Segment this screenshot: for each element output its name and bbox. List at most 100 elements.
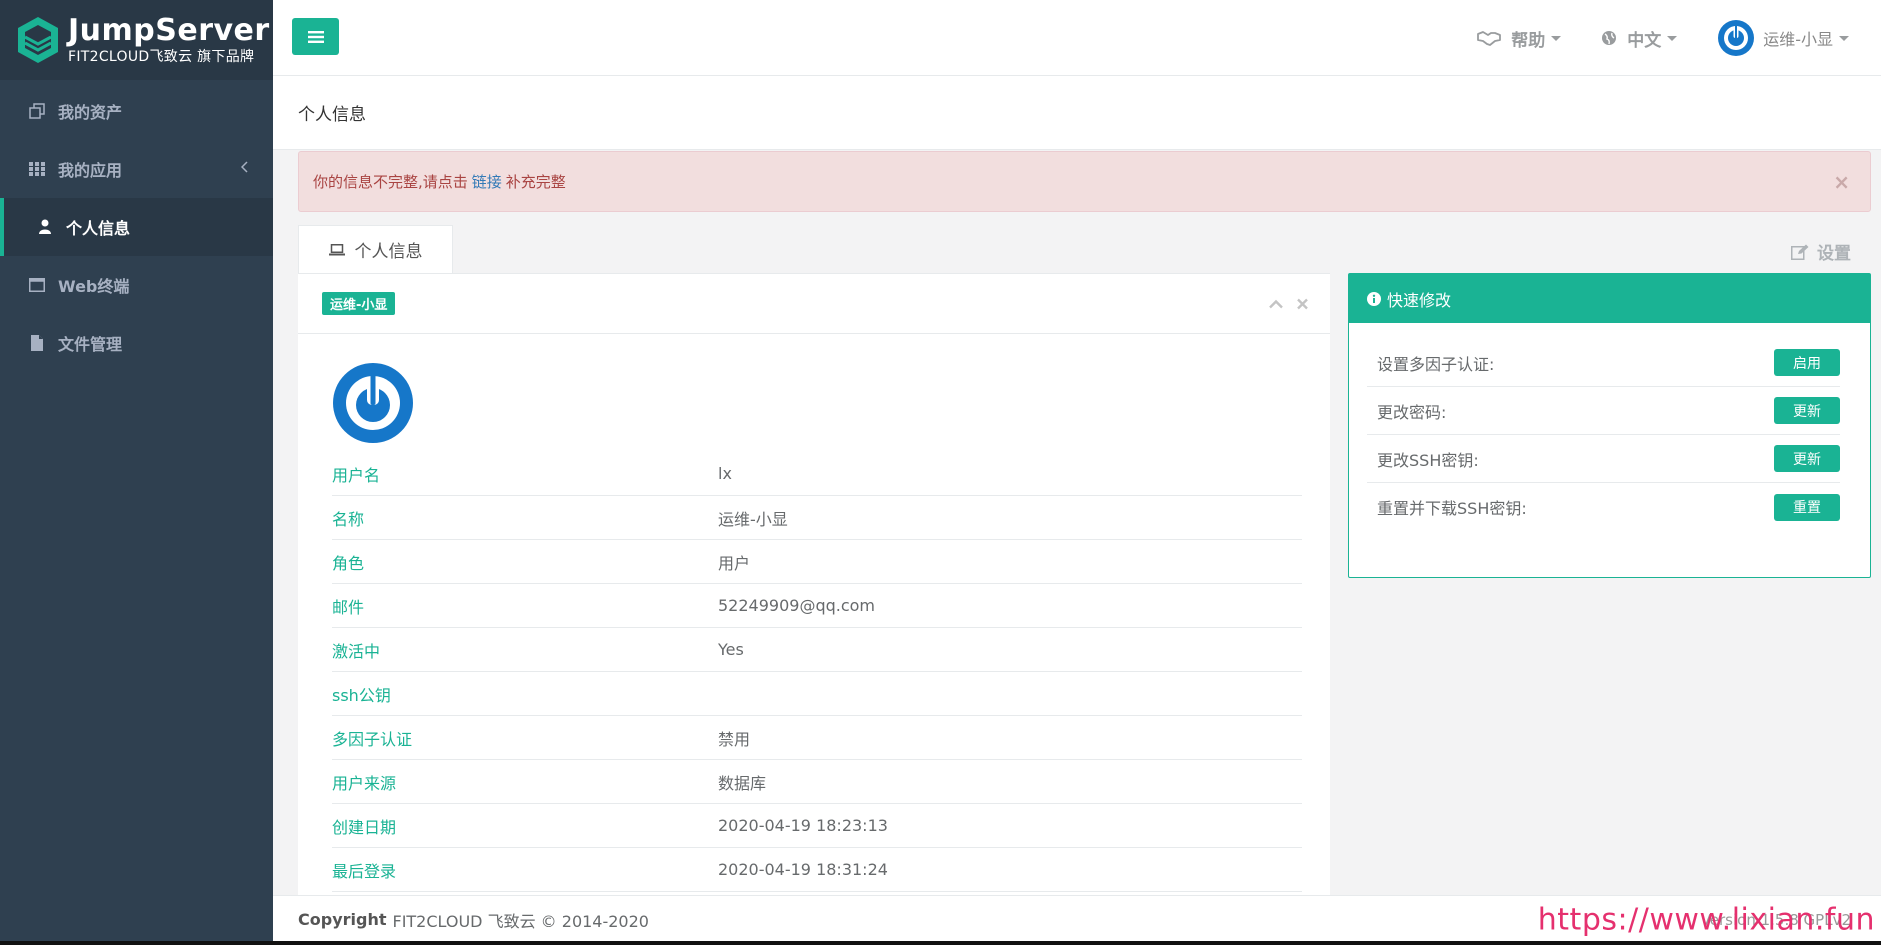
sidebar-item-label: 个人信息 — [66, 219, 131, 238]
mfa-label: 设置多因子认证: — [1377, 354, 1495, 374]
row-value: 禁用 — [718, 729, 751, 749]
sidebar-item-web-terminal[interactable]: Web终端 — [0, 256, 273, 314]
alert-link[interactable]: 链接 — [472, 171, 502, 192]
settings-link[interactable]: 设置 — [1791, 239, 1851, 264]
sidebar-item-label: 文件管理 — [58, 335, 123, 354]
table-row: 最后登录 2020-04-19 18:31:24 — [332, 848, 1302, 892]
table-row: 多因子认证 禁用 — [332, 716, 1302, 760]
laptop-icon — [328, 243, 345, 256]
alert-text-before: 你的信息不完整,请点击 — [313, 173, 468, 191]
row-label: 多因子认证 — [332, 729, 413, 749]
chevron-up-icon[interactable] — [1269, 299, 1283, 308]
watermark: https://www.lixian.fun — [1537, 902, 1875, 937]
grid-icon — [28, 160, 46, 178]
sidebar-item-label: 我的应用 — [58, 161, 123, 180]
profile-table: 用户名 lx 名称 运维-小显 角色 用户 邮件 52249909@qq.com 激活中… — [332, 452, 1302, 892]
row-label: 激活中 — [332, 641, 381, 661]
profile-panel: 运维-小显 用户名 lx 名称 运维-小显 角色 用户 邮件 52249909@qq.c… — [298, 273, 1330, 895]
row-label: 创建日期 — [332, 817, 397, 837]
row-value: 52249909@qq.com — [718, 596, 876, 615]
close-icon[interactable]: × — [1833, 170, 1850, 194]
handshake-icon — [1477, 30, 1502, 46]
sidebar-item-file-manager[interactable]: 文件管理 — [0, 314, 273, 372]
table-row: ssh公钥 — [332, 672, 1302, 716]
reset-ssh-key-button[interactable]: 重置 — [1774, 493, 1840, 521]
row-value: 运维-小显 — [718, 509, 788, 529]
bottom-strip — [0, 941, 1881, 945]
incomplete-info-alert: 你的信息不完整,请点击 链接 补充完整 × — [298, 151, 1871, 212]
assets-icon — [28, 102, 46, 120]
tab-profile[interactable]: 个人信息 — [298, 225, 453, 273]
brand-subtitle: FIT2CLOUD飞致云 旗下品牌 — [68, 49, 255, 65]
list-item: 更改密码: 更新 — [1367, 387, 1840, 435]
row-value: lx — [718, 464, 732, 483]
settings-label: 设置 — [1817, 244, 1851, 264]
table-row: 创建日期 2020-04-19 18:23:13 — [332, 804, 1302, 848]
sidebar-item-my-assets[interactable]: 我的资产 — [0, 82, 273, 140]
table-row: 角色 用户 — [332, 540, 1302, 584]
caret-down-icon — [1839, 35, 1849, 41]
globe-icon — [1601, 30, 1617, 46]
update-ssh-key-button[interactable]: 更新 — [1774, 445, 1840, 472]
row-label: ssh公钥 — [332, 685, 391, 705]
user-icon — [36, 218, 54, 236]
sidebar-item-label: Web终端 — [58, 277, 130, 296]
enable-mfa-button[interactable]: 启用 — [1774, 349, 1840, 376]
menu-toggle-button[interactable] — [292, 18, 339, 55]
hamburger-icon — [307, 30, 324, 43]
row-label: 名称 — [332, 509, 365, 529]
row-label: 角色 — [332, 553, 365, 573]
chevron-left-icon — [240, 161, 249, 177]
password-label: 更改密码: — [1377, 402, 1447, 422]
caret-down-icon — [1667, 35, 1678, 41]
username-badge: 运维-小显 — [322, 292, 396, 315]
table-row: 用户名 lx — [332, 452, 1302, 496]
row-value: 2020-04-19 18:31:24 — [718, 860, 888, 879]
language-label: 中文 — [1627, 30, 1662, 51]
footer: Copyright FIT2CLOUD 飞致云 © 2014-2020 Vers… — [273, 895, 1881, 943]
row-label: 用户名 — [332, 465, 381, 485]
ssh-key-label: 更改SSH密钥: — [1377, 450, 1479, 470]
update-password-button[interactable]: 更新 — [1774, 397, 1840, 424]
help-label: 帮助 — [1511, 30, 1546, 51]
list-item: 重置并下载SSH密钥: 重置 — [1367, 483, 1840, 531]
sidebar-item-label: 我的资产 — [58, 103, 123, 122]
quick-modify-title: 快速修改 — [1387, 290, 1452, 310]
sidebar: JumpServer FIT2CLOUD飞致云 旗下品牌 我的资产 我的应用 个… — [0, 0, 273, 945]
row-label: 用户来源 — [332, 773, 397, 793]
logo[interactable]: JumpServer FIT2CLOUD飞致云 旗下品牌 — [0, 0, 273, 80]
file-icon — [28, 334, 46, 352]
info-icon — [1367, 291, 1381, 306]
close-icon[interactable] — [1297, 298, 1308, 309]
caret-down-icon — [1551, 35, 1562, 41]
list-item: 更改SSH密钥: 更新 — [1367, 435, 1840, 483]
panel-tools — [1255, 298, 1308, 309]
row-value: 2020-04-19 18:23:13 — [718, 816, 888, 835]
language-dropdown[interactable]: 中文 — [1601, 26, 1678, 51]
user-label: 运维-小显 — [1763, 30, 1833, 49]
table-row: 激活中 Yes — [332, 628, 1302, 672]
row-label: 邮件 — [332, 597, 365, 617]
copyright-text: FIT2CLOUD 飞致云 © 2014-2020 — [392, 911, 649, 931]
quick-modify-panel: 快速修改 设置多因子认证: 启用 更改密码: 更新 更改SSH密钥: 更新 重置… — [1348, 273, 1871, 578]
jumpserver-logo-icon — [18, 17, 58, 63]
help-dropdown[interactable]: 帮助 — [1477, 26, 1562, 51]
edit-icon — [1791, 244, 1809, 260]
sidebar-item-profile[interactable]: 个人信息 — [0, 198, 273, 256]
table-row: 邮件 52249909@qq.com — [332, 584, 1302, 628]
topbar: 帮助 中文 运维-小显 — [273, 0, 1881, 76]
quick-modify-header: 快速修改 — [1349, 274, 1870, 323]
reset-ssh-key-label: 重置并下载SSH密钥: — [1377, 499, 1527, 518]
row-value: Yes — [718, 640, 744, 659]
tab-label: 个人信息 — [354, 242, 423, 262]
table-row: 用户来源 数据库 — [332, 760, 1302, 804]
row-value: 数据库 — [718, 773, 767, 793]
list-item: 设置多因子认证: 启用 — [1367, 339, 1840, 387]
window-icon — [28, 276, 46, 294]
user-dropdown[interactable]: 运维-小显 — [1717, 19, 1849, 57]
row-label: 最后登录 — [332, 861, 397, 881]
page-heading: 个人信息 — [273, 76, 1881, 150]
copyright-bold: Copyright — [298, 910, 387, 929]
sidebar-item-my-apps[interactable]: 我的应用 — [0, 140, 273, 198]
panel-title: 运维-小显 — [298, 274, 1330, 334]
